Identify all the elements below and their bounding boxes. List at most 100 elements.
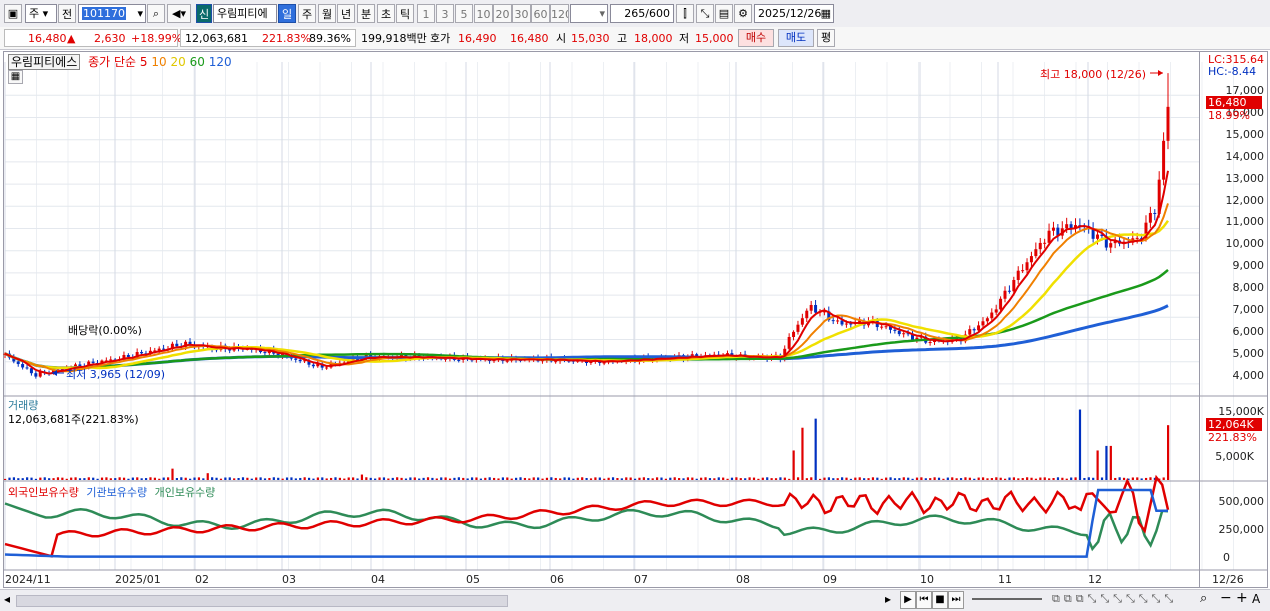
search-zoom-icon[interactable]: ⌕ bbox=[1200, 591, 1207, 606]
price-tick: 14,000 bbox=[1225, 149, 1265, 163]
volume-bar bbox=[352, 477, 355, 480]
volume-bar bbox=[585, 477, 588, 480]
price-tick: 13,000 bbox=[1225, 171, 1265, 185]
volume-value-label: 12,063,681주(221.83%) bbox=[8, 413, 139, 426]
auto-scale-button[interactable]: A bbox=[1252, 592, 1260, 606]
volume-bar bbox=[224, 477, 227, 480]
candle-body bbox=[175, 343, 179, 347]
candle-body bbox=[1135, 237, 1139, 239]
candle-body bbox=[990, 312, 994, 319]
calculator-icon[interactable]: ▦ bbox=[8, 70, 23, 84]
rewind-icon[interactable]: ⏮ bbox=[916, 591, 932, 609]
stock-name-label[interactable]: 우림피티에스 bbox=[8, 54, 81, 70]
volume-bar bbox=[475, 477, 478, 480]
volume-bar bbox=[294, 478, 297, 480]
volume-bar bbox=[17, 478, 20, 480]
volume-bar bbox=[951, 477, 954, 480]
volume-bar bbox=[34, 478, 38, 480]
volume-bar bbox=[964, 477, 967, 480]
foreign-holdings-label: 외국인보유수량 bbox=[8, 486, 79, 499]
individual-holdings-label: 개인보유수량 bbox=[154, 486, 216, 499]
volume-bar bbox=[338, 477, 342, 480]
volume-bar bbox=[506, 477, 509, 480]
volume-bar bbox=[479, 478, 482, 480]
candle-body bbox=[325, 367, 329, 369]
volume-bar bbox=[779, 477, 782, 480]
volume-bar bbox=[457, 477, 460, 480]
volume-bar bbox=[739, 478, 742, 480]
volume-bar bbox=[620, 478, 623, 480]
volume-bar bbox=[316, 477, 319, 480]
fast-forward-icon[interactable]: ⏭ bbox=[948, 591, 964, 609]
volume-bar bbox=[250, 478, 253, 480]
volume-bar bbox=[678, 478, 681, 480]
volume-bar bbox=[228, 477, 231, 480]
volume-bar bbox=[197, 477, 201, 480]
zoom-in-button[interactable]: + bbox=[1236, 590, 1248, 606]
scroll-left-icon[interactable]: ◂ bbox=[4, 592, 10, 606]
candle-body bbox=[1003, 290, 1007, 299]
volume-bar bbox=[136, 477, 139, 480]
volume-bar bbox=[48, 478, 51, 480]
volume-bar bbox=[1021, 478, 1024, 480]
volume-bar bbox=[633, 478, 637, 480]
zoom-slider[interactable] bbox=[972, 598, 1042, 600]
play-icon[interactable]: ▶ bbox=[900, 591, 916, 609]
volume-bar bbox=[937, 477, 941, 480]
volume-bar bbox=[915, 477, 919, 480]
volume-bar bbox=[1149, 477, 1152, 480]
volume-bar bbox=[537, 477, 540, 480]
zoom-out-button[interactable]: − bbox=[1220, 590, 1232, 606]
volume-bar bbox=[180, 477, 183, 480]
volume-bar bbox=[259, 477, 262, 480]
volume-bar bbox=[268, 477, 271, 480]
volume-bar bbox=[1034, 478, 1038, 480]
volume-bar bbox=[792, 450, 795, 480]
volume-bar bbox=[528, 478, 531, 480]
x-axis-label: 04 bbox=[371, 573, 385, 586]
volume-bar bbox=[299, 477, 302, 480]
volume-bar bbox=[563, 477, 566, 480]
candle-body bbox=[902, 333, 906, 335]
individual-holdings-line bbox=[4, 502, 1169, 552]
volume-bar bbox=[255, 477, 258, 480]
candle-body bbox=[29, 368, 33, 374]
horizontal-scrollbar[interactable] bbox=[16, 595, 508, 607]
chart-canvas[interactable] bbox=[0, 0, 1270, 610]
candle-body bbox=[792, 331, 796, 337]
volume-bar bbox=[770, 478, 773, 480]
volume-bar bbox=[774, 478, 778, 480]
candle-body bbox=[457, 359, 461, 361]
candle-body bbox=[831, 320, 835, 322]
volume-bar bbox=[1052, 478, 1055, 480]
volume-bar bbox=[21, 478, 24, 480]
x-axis-label: 11 bbox=[998, 573, 1012, 586]
candle-body bbox=[1153, 212, 1157, 214]
volume-bar bbox=[854, 477, 857, 480]
candle-body bbox=[1047, 230, 1051, 243]
stop-icon[interactable]: ■ bbox=[932, 591, 948, 609]
candle-body bbox=[157, 348, 161, 351]
volume-bar bbox=[1074, 477, 1077, 480]
volume-tick-15000k: 15,000K bbox=[1218, 405, 1264, 418]
x-axis-label: 08 bbox=[736, 573, 750, 586]
candle-body bbox=[972, 329, 976, 331]
volume-bar bbox=[766, 477, 769, 480]
volume-bar bbox=[1122, 477, 1126, 480]
volume-bar bbox=[39, 477, 42, 480]
volume-bar bbox=[87, 477, 90, 480]
volume-bar bbox=[629, 477, 632, 480]
volume-bar bbox=[510, 478, 513, 480]
volume-bar bbox=[65, 478, 68, 480]
scroll-right-icon[interactable]: ▸ bbox=[885, 592, 891, 606]
x-axis-label: 06 bbox=[550, 573, 564, 586]
volume-bar bbox=[1056, 477, 1060, 480]
volume-bar bbox=[981, 477, 985, 480]
volume-last-tag: 12,064K bbox=[1206, 418, 1262, 431]
volume-bar bbox=[841, 477, 844, 480]
drawing-tools[interactable]: ⧉⧉⧉⤡⤡⤡⤡⤡⤡⤡ bbox=[1052, 592, 1177, 606]
volume-bar bbox=[356, 478, 359, 480]
candle-body bbox=[263, 352, 267, 354]
volume-bar bbox=[704, 477, 707, 480]
volume-bar bbox=[625, 477, 628, 480]
